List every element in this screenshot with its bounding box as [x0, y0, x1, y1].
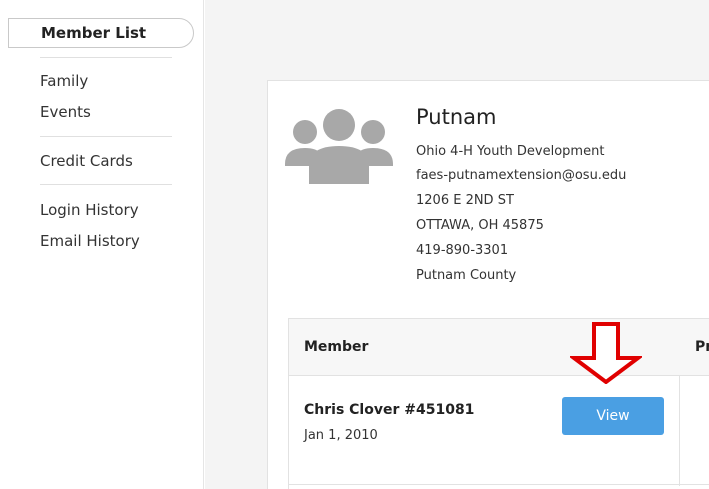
- member-name: Chris Clover #451081: [304, 402, 475, 418]
- org-name: Putnam: [416, 105, 497, 129]
- org-email[interactable]: faes-putnamextension@osu.edu: [416, 168, 626, 183]
- view-member-button[interactable]: View: [562, 397, 664, 435]
- sidebar-item-label: Member List: [41, 24, 147, 42]
- sidebar-divider: [40, 57, 172, 58]
- member-birthdate: Jan 1, 2010: [304, 428, 378, 443]
- sidebar-item-events[interactable]: Events: [40, 103, 91, 121]
- sidebar-item-login-history[interactable]: Login History: [40, 201, 139, 219]
- sidebar-divider: [40, 184, 172, 185]
- column-header-pr: Pr: [695, 339, 709, 355]
- sidebar-divider: [40, 136, 172, 137]
- org-city-state: OTTAWA, OH 45875: [416, 218, 544, 233]
- sidebar-item-credit-cards[interactable]: Credit Cards: [40, 152, 133, 170]
- column-header-member: Member: [304, 339, 369, 355]
- people-group-icon: [285, 109, 393, 184]
- org-county: Putnam County: [416, 268, 517, 283]
- sidebar-item-email-history[interactable]: Email History: [40, 232, 140, 250]
- sidebar-item-family[interactable]: Family: [40, 72, 88, 90]
- sidebar-item-member-list[interactable]: Member List: [8, 18, 194, 48]
- org-program: Ohio 4-H Youth Development: [416, 144, 605, 159]
- org-street: 1206 E 2ND ST: [416, 193, 514, 208]
- sidebar: Member List Family Events Credit Cards L…: [0, 0, 204, 489]
- org-phone: 419-890-3301: [416, 243, 509, 258]
- column-divider: [679, 376, 680, 486]
- down-arrow-annotation-icon: [570, 322, 642, 384]
- row-divider: [289, 484, 709, 485]
